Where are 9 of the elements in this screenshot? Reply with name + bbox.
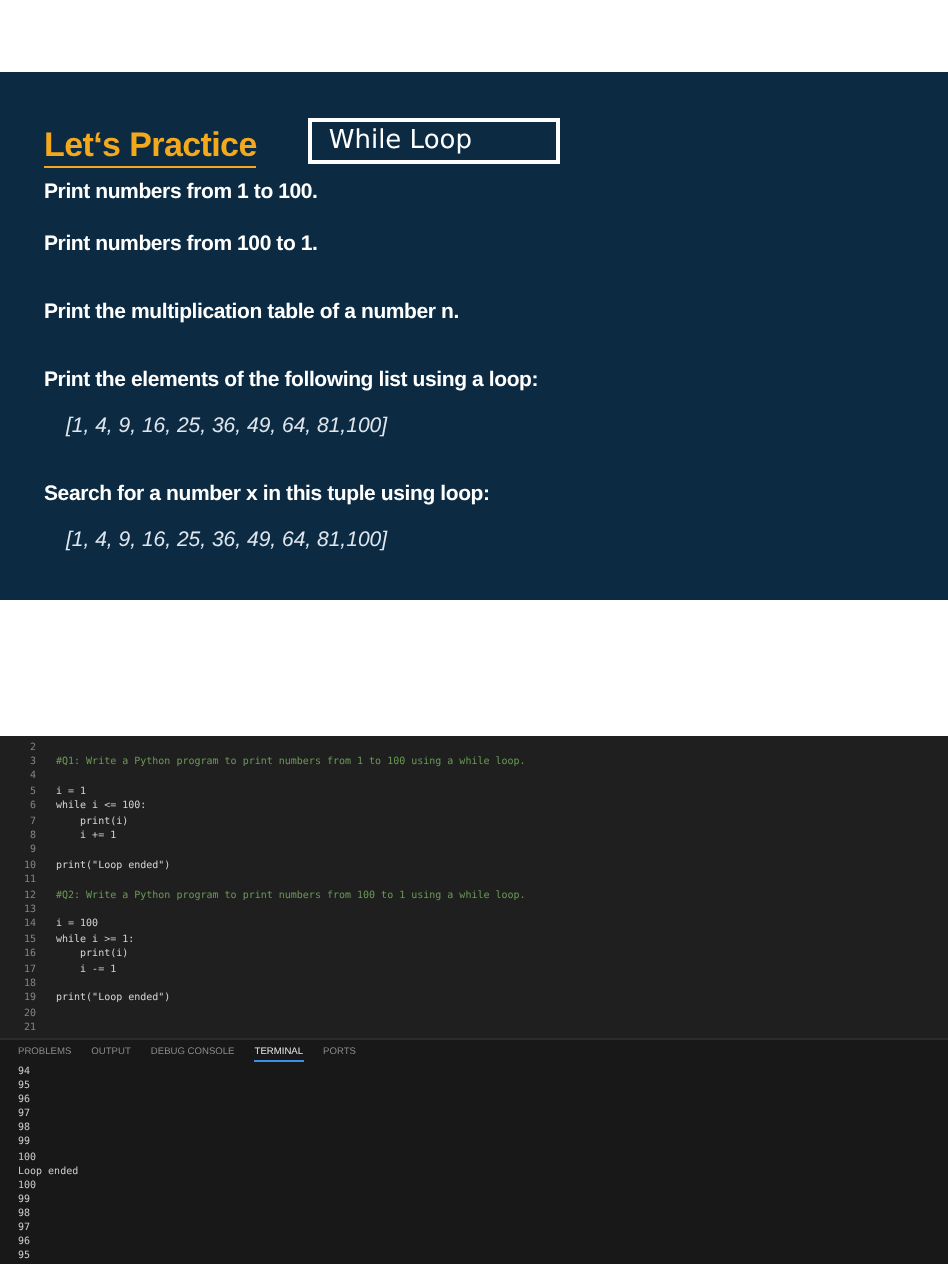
- task-text: Print numbers from 1 to 100.: [44, 180, 320, 204]
- handwritten-note: While Loop: [308, 118, 561, 164]
- task-text: Print numbers from 100 to 1.: [44, 232, 320, 256]
- number-list: [1, 4, 9, 16, 25, 36, 49, 64, 81,100]: [66, 414, 904, 438]
- number-list: [1, 4, 9, 16, 25, 36, 49, 64, 81,100]: [66, 528, 904, 552]
- task-text: Print the elements of the following list using a loop:: [44, 368, 541, 392]
- task-text: Search for a number x in this tuple using loop:: [44, 482, 492, 506]
- slide-title: Let‘s Practice: [44, 126, 257, 168]
- task-text: Print the multiplication table of a number n.: [44, 300, 461, 324]
